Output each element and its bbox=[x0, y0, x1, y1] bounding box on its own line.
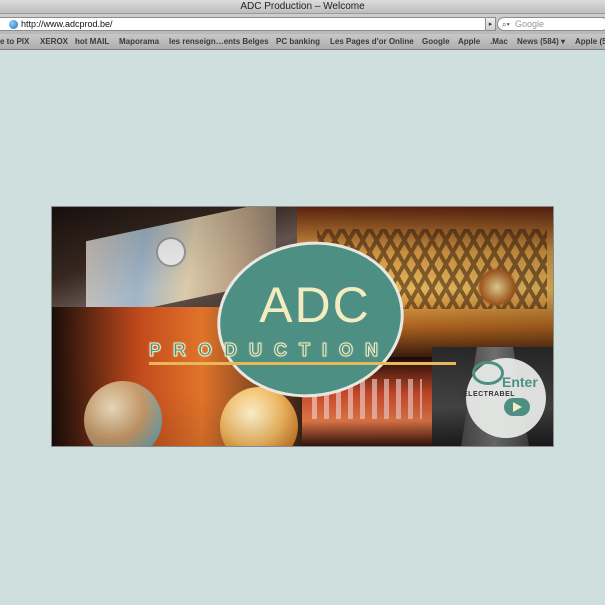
play-button[interactable] bbox=[504, 398, 530, 416]
logo-underline bbox=[149, 362, 456, 365]
reload-button[interactable]: ▸ bbox=[486, 17, 496, 31]
logo-adc-text: ADC bbox=[259, 277, 371, 333]
splash-banner[interactable]: ADC PRODUCTION Enter ELECTRABEL bbox=[51, 206, 554, 447]
bookmarks-bar: e to PIX XEROX hot MAIL Maporama les ren… bbox=[0, 34, 605, 50]
bookmark-renseignements[interactable]: les renseign…ents Belges bbox=[169, 34, 269, 49]
address-bar-url[interactable]: http://www.adcprod.be/ bbox=[21, 18, 113, 31]
enter-link[interactable]: Enter bbox=[502, 373, 553, 391]
address-bar[interactable]: http://www.adcprod.be/ bbox=[0, 17, 486, 31]
bookmark-pc-banking[interactable]: PC banking bbox=[276, 34, 320, 49]
browser-toolbar: http://www.adcprod.be/ ▸ ⌕▾ Google bbox=[0, 14, 605, 34]
bookmark-google[interactable]: Google bbox=[422, 34, 450, 49]
reload-icon: ▸ bbox=[488, 21, 493, 28]
play-icon bbox=[513, 402, 522, 412]
bookmark-pages-dor[interactable]: Les Pages d'or Online bbox=[330, 34, 414, 49]
electrabel-logo-icon bbox=[472, 361, 504, 385]
bookmark-news[interactable]: News (584) ▾ bbox=[517, 34, 565, 49]
bookmark-hotmail[interactable]: hot MAIL bbox=[75, 34, 109, 49]
search-placeholder: Google bbox=[515, 19, 545, 29]
bookmark-apple-folder[interactable]: Apple (5 bbox=[575, 34, 605, 49]
bookmark-xerox[interactable]: XEROX bbox=[40, 34, 68, 49]
bookmark-apple[interactable]: Apple bbox=[458, 34, 480, 49]
search-icon[interactable]: ⌕▾ bbox=[502, 20, 514, 29]
search-input[interactable]: ⌕▾ Google bbox=[497, 17, 605, 31]
window-title: ADC Production – Welcome bbox=[0, 0, 605, 14]
bookmark-pix[interactable]: e to PIX bbox=[0, 34, 29, 49]
logo-production-text: PRODUCTION bbox=[149, 340, 390, 361]
globe-icon bbox=[9, 20, 18, 29]
bookmark-mac[interactable]: .Mac bbox=[490, 34, 508, 49]
bookmark-maporama[interactable]: Maporama bbox=[119, 34, 159, 49]
